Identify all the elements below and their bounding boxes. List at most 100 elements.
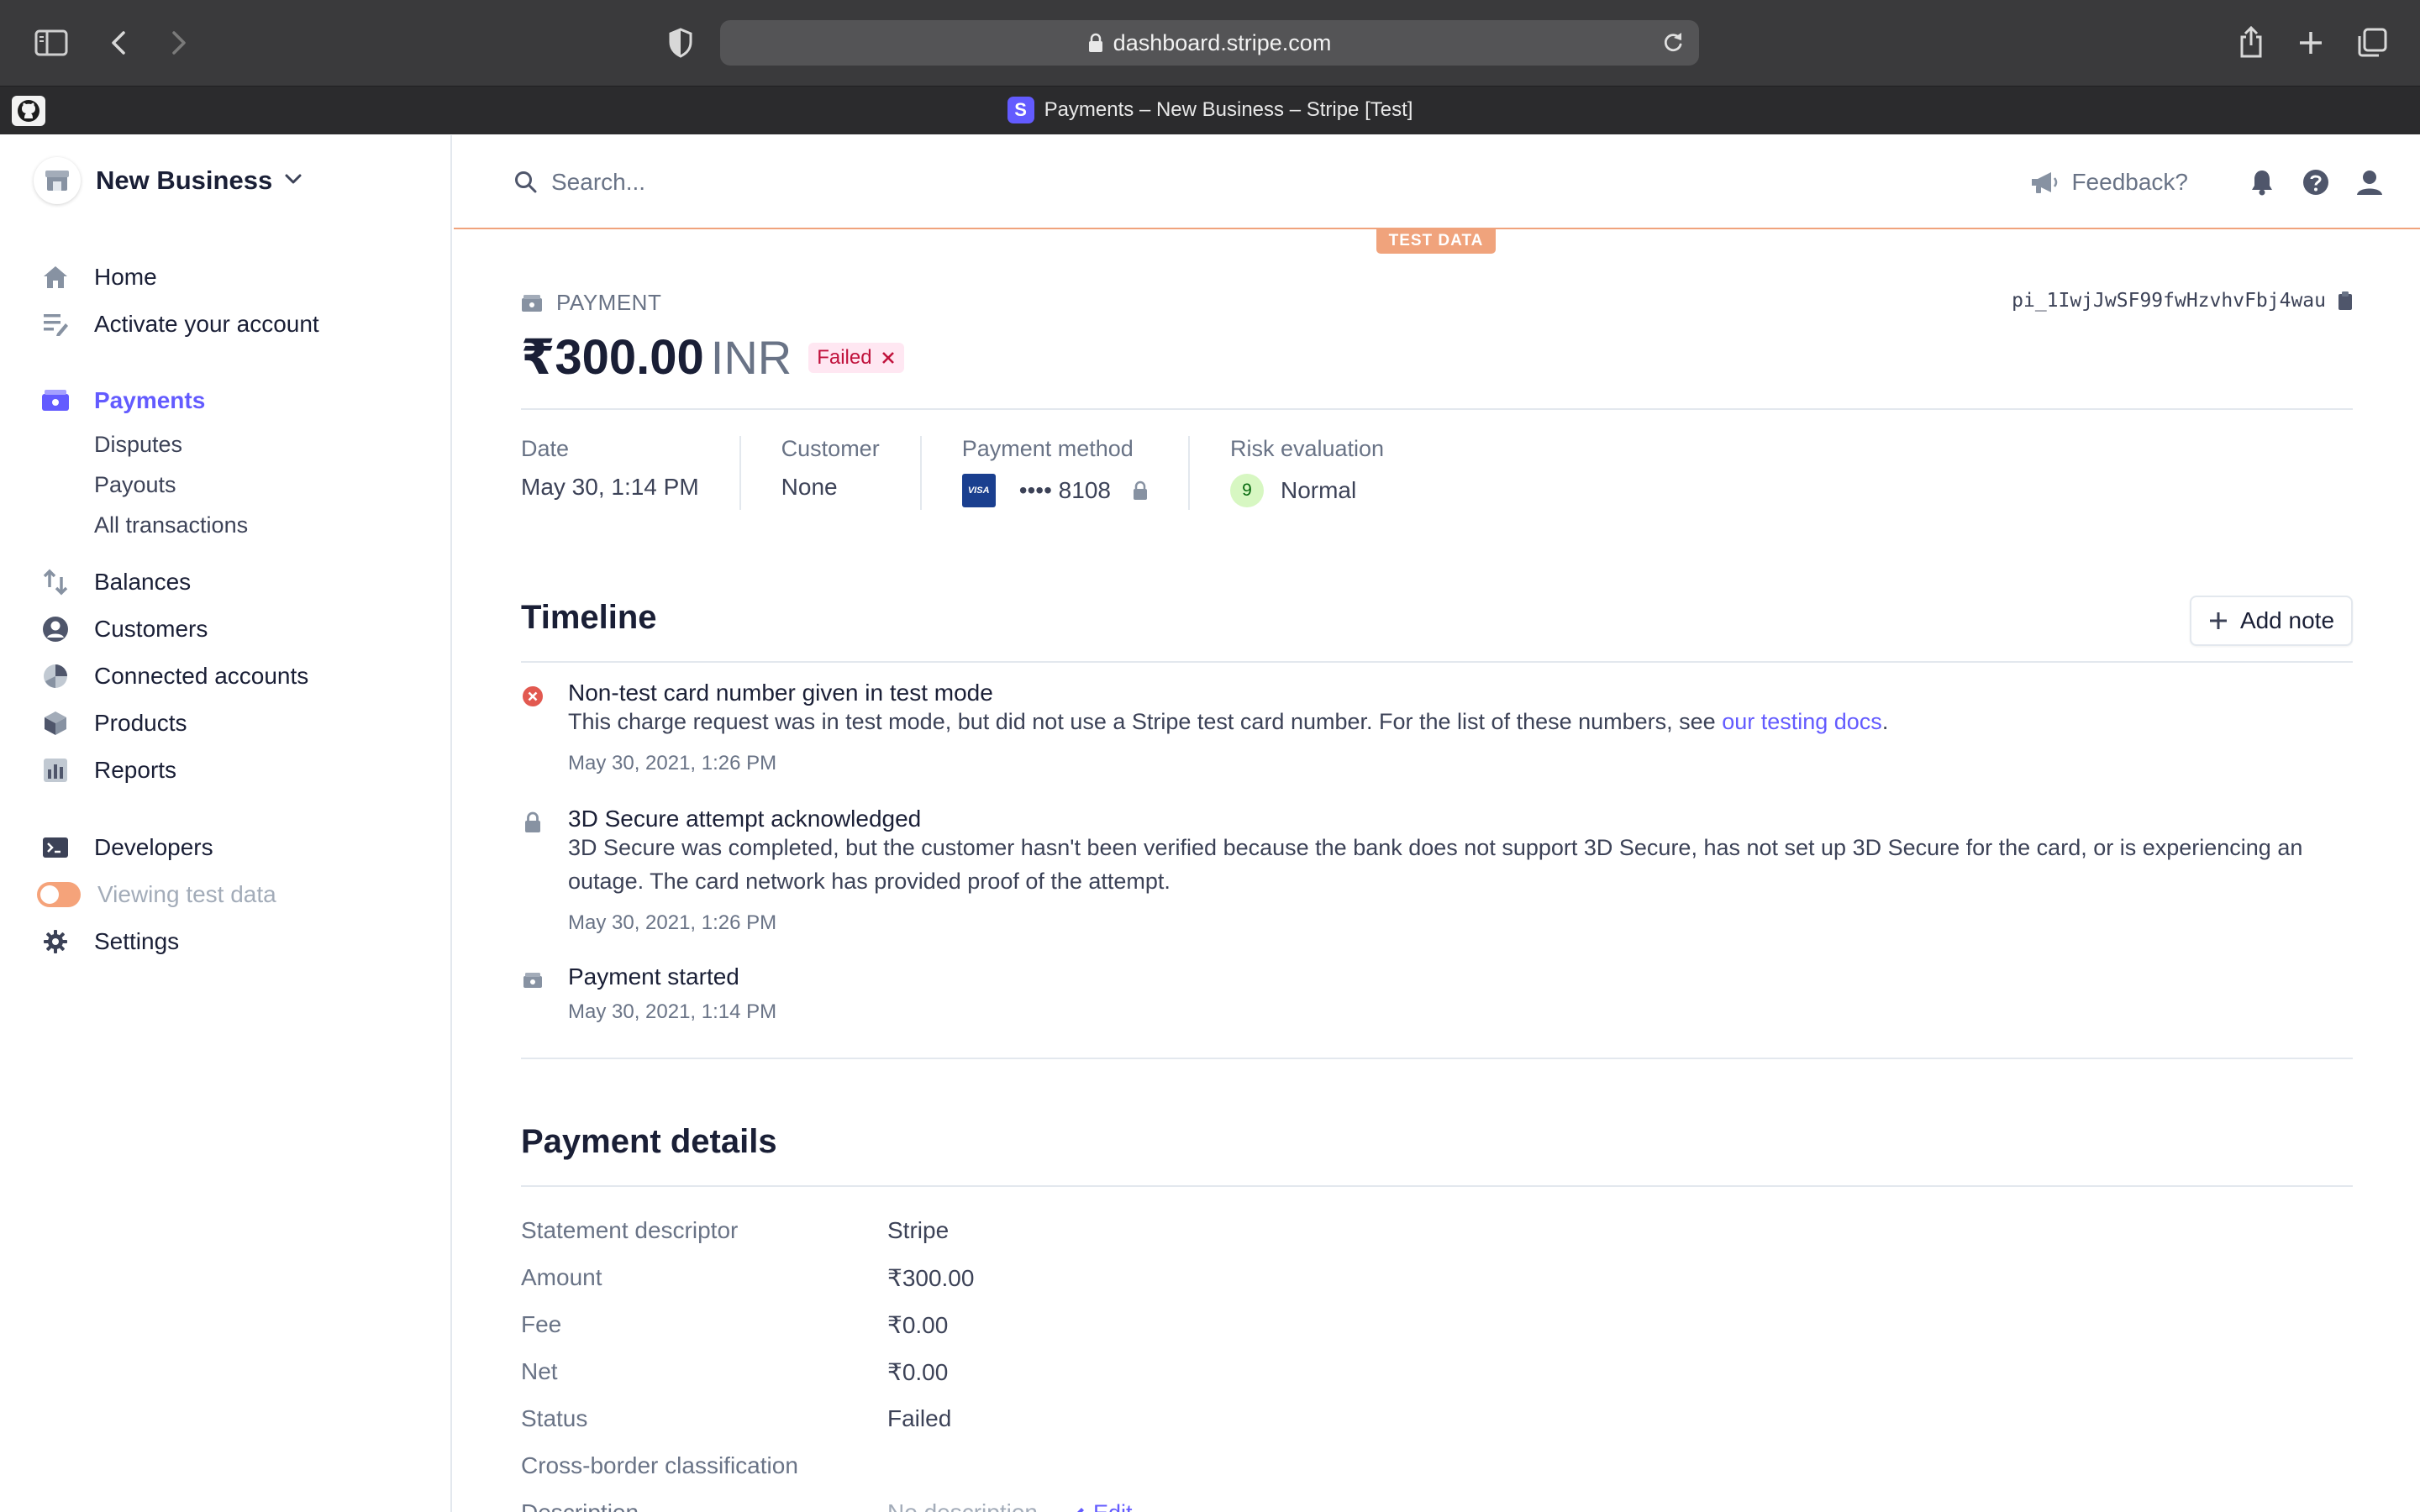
sidebar-item-developers[interactable]: Developers xyxy=(40,829,213,866)
timeline-event-date: May 30, 2021, 1:26 PM xyxy=(568,911,777,934)
account-name: New Business xyxy=(96,165,273,195)
feedback-button[interactable]: Feedback? xyxy=(2029,169,2188,196)
detail-row-statement-descriptor: Statement descriptor Stripe xyxy=(521,1212,2353,1249)
sidebar-item-label: Connected accounts xyxy=(94,663,309,689)
timeline-event-desc-text: This charge request was in test mode, bu… xyxy=(568,709,1723,734)
reload-icon[interactable] xyxy=(1662,31,1684,60)
top-header: Search... Feedback? xyxy=(454,135,2420,229)
sidebar-item-test-data[interactable]: Viewing test data xyxy=(37,876,276,913)
close-icon xyxy=(881,352,894,364)
plus-icon xyxy=(2209,612,2227,629)
pencil-icon xyxy=(1076,1508,1084,1512)
sidebar-item-label: Products xyxy=(94,710,187,736)
payment-label: PAYMENT xyxy=(521,290,661,316)
payment-amount: ₹300.00 xyxy=(521,330,704,385)
timeline-event-desc-end: . xyxy=(1881,709,1889,734)
edit-description-button[interactable]: Edit xyxy=(1071,1500,1133,1512)
summary-customer-value: None xyxy=(781,474,838,500)
risk-value[interactable]: 9 Normal xyxy=(1229,474,1384,507)
stripe-favicon-icon: S xyxy=(1007,97,1034,123)
store-icon xyxy=(34,157,81,204)
new-tab-icon[interactable] xyxy=(2296,27,2326,59)
sidebar-item-label: Reports xyxy=(94,757,177,783)
tab-overview-icon[interactable] xyxy=(2354,25,2390,60)
timeline-event-date: May 30, 2021, 1:26 PM xyxy=(568,752,777,774)
sidebar-item-balances[interactable]: Balances xyxy=(40,564,191,601)
sidebar-item-payouts[interactable]: Payouts xyxy=(94,468,176,501)
sidebar-item-label: Customers xyxy=(94,616,208,642)
bell-icon[interactable] xyxy=(2245,165,2279,199)
amount-row: ₹300.00 INR Failed xyxy=(521,328,904,386)
sidebar-toggle-icon[interactable] xyxy=(34,27,69,59)
add-note-label: Add note xyxy=(2239,607,2335,633)
payment-method-value[interactable]: VISA •••• 8108 xyxy=(961,474,1148,507)
summary-date: Date May 30, 1:14 PM xyxy=(521,436,741,510)
sidebar-item-settings[interactable]: Settings xyxy=(40,923,179,960)
sidebar-item-customers[interactable]: Customers xyxy=(40,611,208,648)
timeline-event-title: Non-test card number given in test mode xyxy=(568,680,993,706)
divider xyxy=(521,1185,2353,1187)
divider xyxy=(521,1058,2353,1059)
summary-date-value: May 30, 1:14 PM xyxy=(521,474,699,500)
summary-method-label: Payment method xyxy=(961,436,1134,461)
risk-level: Normal xyxy=(1280,477,1357,503)
detail-value: Stripe xyxy=(887,1217,950,1243)
address-bar[interactable]: dashboard.stripe.com xyxy=(720,20,1699,66)
testing-docs-link[interactable]: our testing docs xyxy=(1722,709,1882,734)
payment-id[interactable]: pi_1IwjJwSF99fwHzvhvFbj4wau xyxy=(2012,290,2353,312)
error-icon xyxy=(521,685,544,708)
payments-icon xyxy=(40,386,71,416)
home-icon xyxy=(40,262,71,292)
clipboard-icon xyxy=(2338,291,2352,310)
payment-label-text: PAYMENT xyxy=(556,290,662,315)
account-switcher[interactable]: New Business xyxy=(34,157,302,204)
sidebar-item-payments[interactable]: Payments xyxy=(40,382,205,419)
card-last4: •••• 8108 xyxy=(1018,477,1111,503)
detail-row-status: Status Failed xyxy=(521,1400,2353,1437)
detail-key: Fee xyxy=(521,1311,562,1337)
balances-icon xyxy=(40,567,71,597)
share-icon[interactable] xyxy=(2235,24,2267,60)
timeline-event: Non-test card number given in test mode … xyxy=(521,680,2353,797)
developers-icon xyxy=(40,832,71,863)
payment-details-title: Payment details xyxy=(521,1123,777,1160)
sidebar-item-label: Balances xyxy=(94,569,192,595)
sidebar-item-all-transactions[interactable]: All transactions xyxy=(94,508,248,542)
megaphone-icon xyxy=(2032,172,2058,193)
timeline-event-desc: 3D Secure was completed, but the custome… xyxy=(568,835,2303,894)
detail-key: Status xyxy=(521,1405,588,1431)
sidebar-item-reports[interactable]: Reports xyxy=(40,752,176,789)
back-icon[interactable] xyxy=(104,27,133,59)
detail-value: ₹0.00 xyxy=(887,1311,949,1338)
sidebar-item-disputes[interactable]: Disputes xyxy=(94,428,182,461)
timeline-event-desc: This charge request was in test mode, bu… xyxy=(568,705,2349,738)
sidebar-item-products[interactable]: Products xyxy=(40,705,187,742)
url-text: dashboard.stripe.com xyxy=(1113,29,1332,55)
sidebar-item-label: Payments xyxy=(94,387,206,413)
detail-value: ₹300.00 xyxy=(887,1264,975,1291)
summary-risk-label: Risk evaluation xyxy=(1229,436,1385,461)
sidebar-item-connected-accounts[interactable]: Connected accounts xyxy=(40,658,308,695)
search-placeholder: Search... xyxy=(551,169,646,195)
detail-key: Description xyxy=(521,1499,887,1512)
lock-icon xyxy=(1133,480,1147,500)
timeline-event: Payment started May 30, 2021, 1:14 PM xyxy=(521,963,2353,1031)
detail-key: Net xyxy=(521,1358,558,1384)
forward-icon[interactable] xyxy=(165,27,193,59)
sidebar-item-label: Home xyxy=(94,264,157,290)
sidebar-item-home[interactable]: Home xyxy=(40,259,157,296)
products-icon xyxy=(40,708,71,738)
detail-value: Failed xyxy=(887,1405,952,1431)
add-note-button[interactable]: Add note xyxy=(2190,596,2353,646)
test-data-toggle[interactable] xyxy=(37,882,81,907)
privacy-shield-icon[interactable] xyxy=(664,25,697,60)
timeline-event-title: 3D Secure attempt acknowledged xyxy=(568,806,922,832)
user-icon[interactable] xyxy=(2353,165,2386,199)
sidebar-item-activate[interactable]: Activate your account xyxy=(40,306,319,343)
active-tab[interactable]: S Payments – New Business – Stripe [Test… xyxy=(0,86,2420,134)
search-input[interactable]: Search... xyxy=(514,164,645,201)
sidebar-item-label: Settings xyxy=(94,928,180,954)
browser-toolbar: dashboard.stripe.com xyxy=(0,0,2420,86)
help-icon[interactable] xyxy=(2299,165,2333,199)
detail-row-cross-border: Cross-border classification xyxy=(521,1447,2353,1484)
